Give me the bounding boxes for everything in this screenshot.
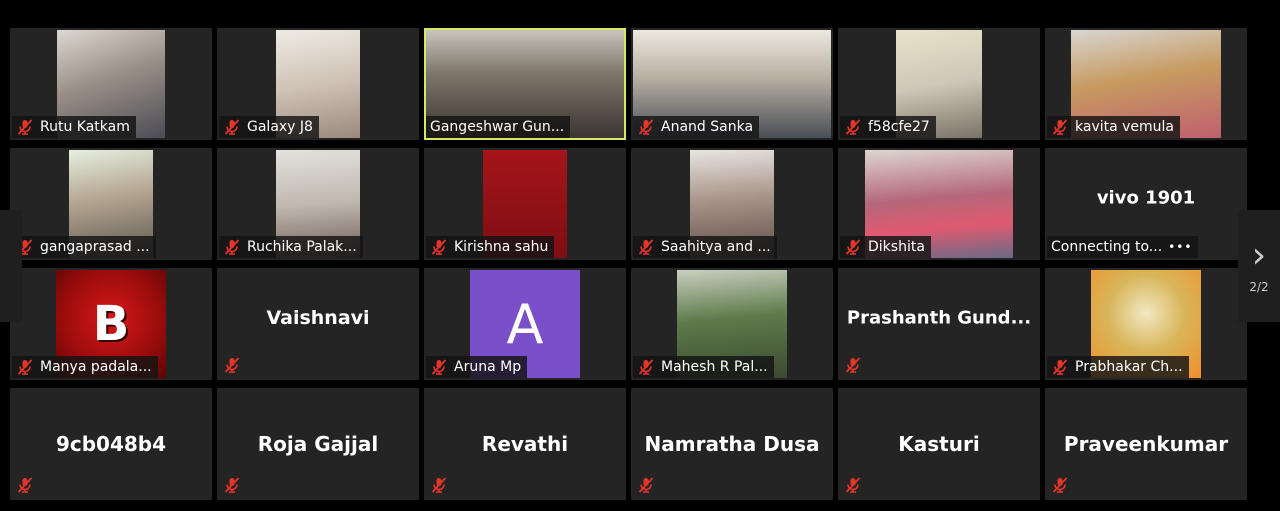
mic-muted-icon [637, 358, 655, 376]
participant-tile[interactable]: Rutu Katkam [10, 28, 212, 140]
connecting-status: Connecting to... [1051, 239, 1163, 255]
participant-display-name: Revathi [481, 432, 569, 456]
mic-muted-icon [223, 118, 241, 136]
mic-muted-icon [1051, 358, 1069, 376]
participant-tile[interactable]: 9cb048b4 [10, 388, 212, 500]
participant-tile[interactable]: vivo 1901 Connecting to... ••• [1045, 148, 1247, 260]
participant-display-name: 9cb048b4 [55, 432, 167, 456]
participant-display-name: Vaishnavi [266, 306, 370, 329]
participant-tile[interactable]: Kirishna sahu [424, 148, 626, 260]
participant-name: Gangeshwar Gun... [430, 119, 565, 135]
participant-name-bar: Galaxy J8 [219, 116, 319, 138]
participant-tile[interactable]: f58cfe27 [838, 28, 1040, 140]
mic-muted-icon [637, 476, 655, 494]
participant-tile[interactable]: Mahesh R Pal... [631, 268, 833, 380]
participant-name: Rutu Katkam [40, 119, 130, 135]
participant-name: Saahitya and ... [661, 239, 771, 255]
participant-display-name: Praveenkumar [1063, 432, 1229, 456]
previous-page-button[interactable] [0, 210, 22, 322]
participant-tile[interactable]: Prabhakar Ch... [1045, 268, 1247, 380]
mic-muted-icon [16, 358, 34, 376]
participant-name: Galaxy J8 [247, 119, 313, 135]
avatar-letter: A [506, 292, 544, 356]
participant-name: Anand Sanka [661, 119, 754, 135]
participant-name: kavita vemula [1075, 119, 1175, 135]
participant-tile[interactable]: Kasturi [838, 388, 1040, 500]
participant-name: gangaprasad ... [40, 239, 150, 255]
participant-name: Ruchika Palak... [247, 239, 357, 255]
participant-name-bar: Ruchika Palak... [219, 236, 363, 258]
participant-name-bar: Prabhakar Ch... [1047, 356, 1189, 378]
mic-muted-icon [844, 118, 862, 136]
participant-name-bar: Saahitya and ... [633, 236, 777, 258]
participant-name-bar: Mahesh R Pal... [633, 356, 774, 378]
mic-muted-icon [430, 358, 448, 376]
mic-muted-icon [844, 238, 862, 256]
participant-name: Manya padala... [40, 359, 152, 375]
participant-tile[interactable]: Roja Gajjal [217, 388, 419, 500]
mic-muted-icon [1051, 476, 1069, 494]
participant-name-bar: gangaprasad ... [12, 236, 156, 258]
participant-name-bar: Dikshita [840, 236, 931, 258]
participant-tile[interactable]: Revathi [424, 388, 626, 500]
participant-name: Dikshita [868, 239, 925, 255]
participant-tile[interactable]: gangaprasad ... [10, 148, 212, 260]
participant-name: f58cfe27 [868, 119, 930, 135]
participant-tile[interactable]: A Aruna Mp [424, 268, 626, 380]
participant-name-bar: Manya padala... [12, 356, 158, 378]
participant-name-bar: f58cfe27 [840, 116, 936, 138]
mic-muted-icon [430, 238, 448, 256]
page-indicator: 2/2 [1249, 280, 1269, 294]
participant-name: Prabhakar Ch... [1075, 359, 1183, 375]
participant-name-bar: Rutu Katkam [12, 116, 136, 138]
mic-muted-icon [223, 356, 241, 374]
participant-name-bar: Gangeshwar Gun... [426, 116, 571, 138]
participant-name-bar: Anand Sanka [633, 116, 760, 138]
participant-tile[interactable]: B Manya padala... [10, 268, 212, 380]
mic-muted-icon [844, 356, 862, 374]
video-grid: Rutu Katkam Galaxy J8 Gangeshwar Gun... … [10, 28, 1247, 500]
participant-name: Mahesh R Pal... [661, 359, 768, 375]
mic-muted-icon [223, 238, 241, 256]
participant-name: Aruna Mp [454, 359, 522, 375]
participant-display-name: Kasturi [898, 432, 980, 456]
participant-tile[interactable]: Galaxy J8 [217, 28, 419, 140]
participant-status-bar: Connecting to... ••• [1047, 236, 1199, 258]
mic-muted-icon [430, 476, 448, 494]
participant-tile[interactable]: Ruchika Palak... [217, 148, 419, 260]
participant-tile[interactable]: Namratha Dusa [631, 388, 833, 500]
participant-tile[interactable]: kavita vemula [1045, 28, 1247, 140]
participant-tile[interactable]: Vaishnavi [217, 268, 419, 380]
chevron-right-icon: › [1251, 235, 1267, 276]
mic-muted-icon [1051, 118, 1069, 136]
participant-tile-active-speaker[interactable]: Gangeshwar Gun... [424, 28, 626, 140]
participant-name: Kirishna sahu [454, 239, 549, 255]
participant-display-name: vivo 1901 [1096, 187, 1196, 209]
mic-muted-icon [16, 118, 34, 136]
loading-dots-icon: ••• [1168, 240, 1193, 254]
profile-logo-icon: B [92, 296, 130, 352]
mic-muted-icon [16, 476, 34, 494]
mic-muted-icon [637, 118, 655, 136]
mic-muted-icon [844, 476, 862, 494]
next-page-button[interactable]: › 2/2 [1238, 210, 1280, 322]
participant-tile[interactable]: Dikshita [838, 148, 1040, 260]
participant-tile[interactable]: Prashanth Gund... [838, 268, 1040, 380]
participant-tile[interactable]: Anand Sanka [631, 28, 833, 140]
participant-display-name: Prashanth Gund... [846, 307, 1032, 329]
participant-name-bar: Aruna Mp [426, 356, 528, 378]
participant-tile[interactable]: Saahitya and ... [631, 148, 833, 260]
participant-display-name: Roja Gajjal [257, 432, 379, 456]
mic-muted-icon [637, 238, 655, 256]
participant-name-bar: kavita vemula [1047, 116, 1181, 138]
participant-tile[interactable]: Praveenkumar [1045, 388, 1247, 500]
participant-display-name: Namratha Dusa [644, 432, 820, 456]
participant-name-bar: Kirishna sahu [426, 236, 555, 258]
mic-muted-icon [223, 476, 241, 494]
